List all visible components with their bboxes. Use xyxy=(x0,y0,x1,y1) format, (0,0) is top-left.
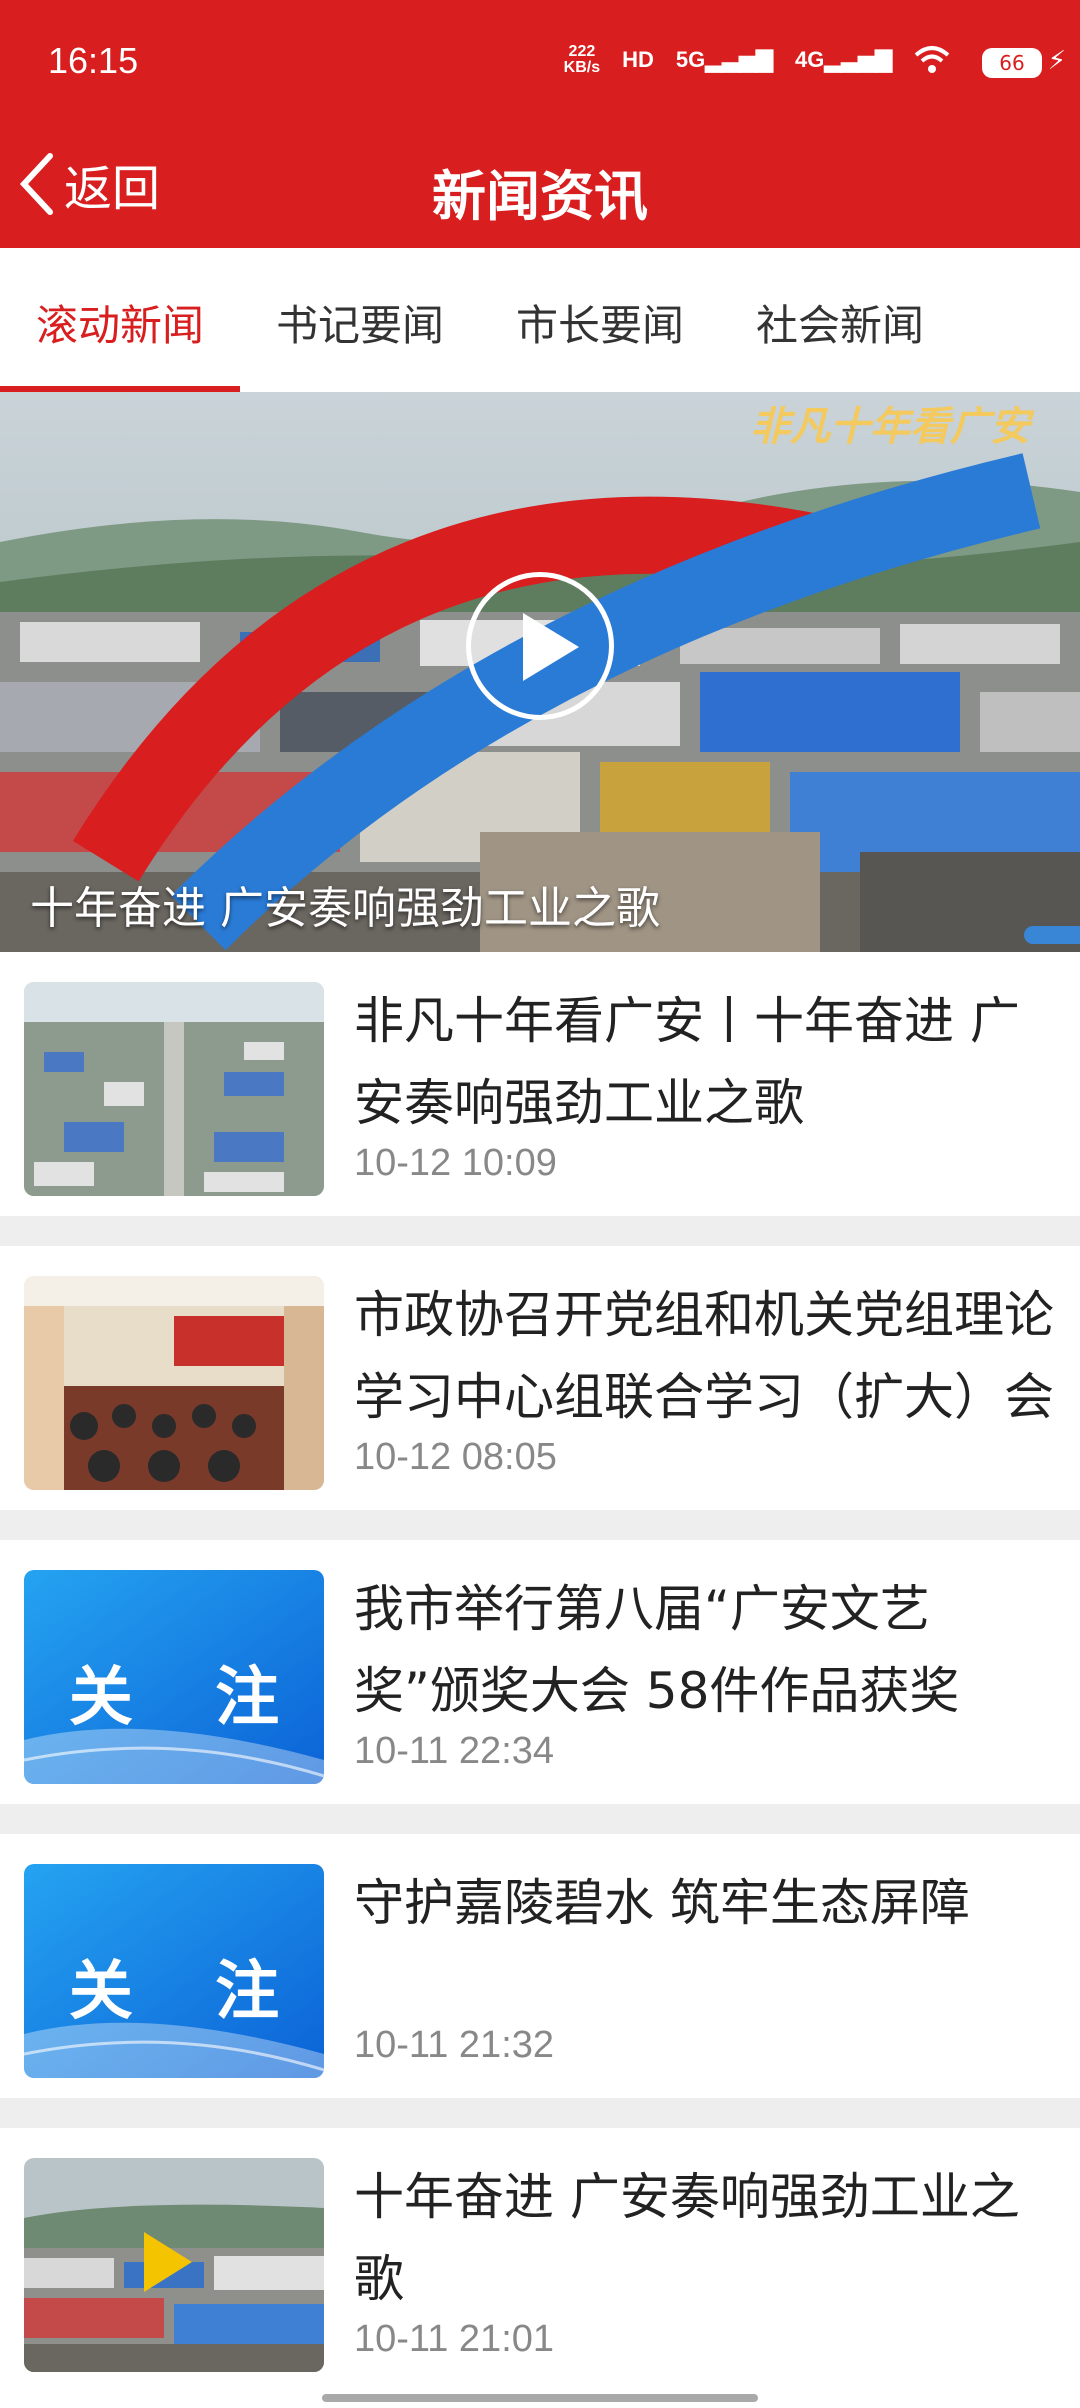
status-bar: 16:15 222 KB/s HD 5G▂▃▅▇ 4G▂▃▅▇ 66 ⚡ xyxy=(0,0,1080,126)
tab-social-news[interactable]: 社会新闻 xyxy=(756,292,924,353)
news-thumbnail xyxy=(24,1276,324,1490)
news-title: 非凡十年看广安丨十年奋进 广安奏响强劲工业之歌 xyxy=(354,992,1020,1132)
news-time: 10-12 10:09 xyxy=(354,1142,557,1184)
news-item[interactable]: 非凡十年看广安丨十年奋进 广安奏响强劲工业之歌 10-12 10:09 xyxy=(0,952,1080,1216)
news-thumbnail xyxy=(24,982,324,1196)
news-thumbnail xyxy=(24,2158,324,2372)
news-title: 十年奋进 广安奏响强劲工业之歌 xyxy=(354,2168,1020,2308)
news-title: 市政协召开党组和机关党组理论学习中心组联合学习（扩大）会议 xyxy=(354,1286,1054,1426)
status-icons: 222 KB/s HD 5G▂▃▅▇ 4G▂▃▅▇ xyxy=(564,44,950,76)
charging-icon: ⚡ xyxy=(1047,46,1066,76)
wifi-icon xyxy=(914,46,950,73)
page-title: 新闻资讯 xyxy=(432,165,648,228)
news-time: 10-12 08:05 xyxy=(354,1436,557,1478)
news-item[interactable]: 关 注 我市举行第八届“广安文艺奖”颁奖大会 58件作品获奖 10-11 22:… xyxy=(0,1540,1080,1804)
play-icon[interactable] xyxy=(466,572,614,720)
top-nav-bar: 返回 新闻资讯 xyxy=(0,126,1080,248)
hd-icon: HD xyxy=(622,47,654,72)
tab-secretary-news[interactable]: 书记要闻 xyxy=(276,292,444,353)
news-item[interactable]: 关 注 守护嘉陵碧水 筑牢生态屏障 10-11 21:32 xyxy=(0,1834,1080,2098)
carousel-indicator xyxy=(1024,926,1080,944)
news-thumbnail: 关 注 xyxy=(24,1864,324,2078)
network-speed: 222 KB/s xyxy=(563,43,601,76)
5g-signal-icon: 5G▂▃▅▇ xyxy=(675,47,773,72)
news-time: 10-11 21:32 xyxy=(354,2024,555,2066)
hero-video[interactable]: 非凡十年看广安 十年奋进 广安奏响强劲工业之歌 xyxy=(0,392,1080,952)
tab-scroll-news[interactable]: 滚动新闻 xyxy=(36,292,204,353)
news-item[interactable]: 市政协召开党组和机关党组理论学习中心组联合学习（扩大）会议 10-12 08:0… xyxy=(0,1246,1080,1510)
status-time: 16:15 xyxy=(48,40,139,81)
home-indicator[interactable] xyxy=(322,2394,758,2402)
news-item[interactable]: 十年奋进 广安奏响强劲工业之歌 10-11 21:01 xyxy=(0,2128,1080,2408)
news-title: 我市举行第八届“广安文艺奖”颁奖大会 58件作品获奖 xyxy=(354,1580,960,1720)
news-thumbnail: 关 注 xyxy=(24,1570,324,1784)
hero-caption: 十年奋进 广安奏响强劲工业之歌 xyxy=(30,883,660,934)
news-time: 10-11 21:01 xyxy=(354,2318,555,2360)
news-title: 守护嘉陵碧水 筑牢生态屏障 xyxy=(354,1874,970,1932)
battery-icon: 66 xyxy=(982,48,1042,78)
focus-label: 关 注 xyxy=(68,1661,310,1735)
hero-badge: 非凡十年看广安 xyxy=(750,403,1030,450)
focus-label: 关 注 xyxy=(68,1955,310,2029)
category-tabs: 滚动新闻 书记要闻 市长要闻 社会新闻 xyxy=(0,248,1080,392)
4g-signal-icon: 4G▂▃▅▇ xyxy=(794,47,892,72)
news-time: 10-11 22:34 xyxy=(354,1730,555,1772)
tab-mayor-news[interactable]: 市长要闻 xyxy=(516,292,684,353)
